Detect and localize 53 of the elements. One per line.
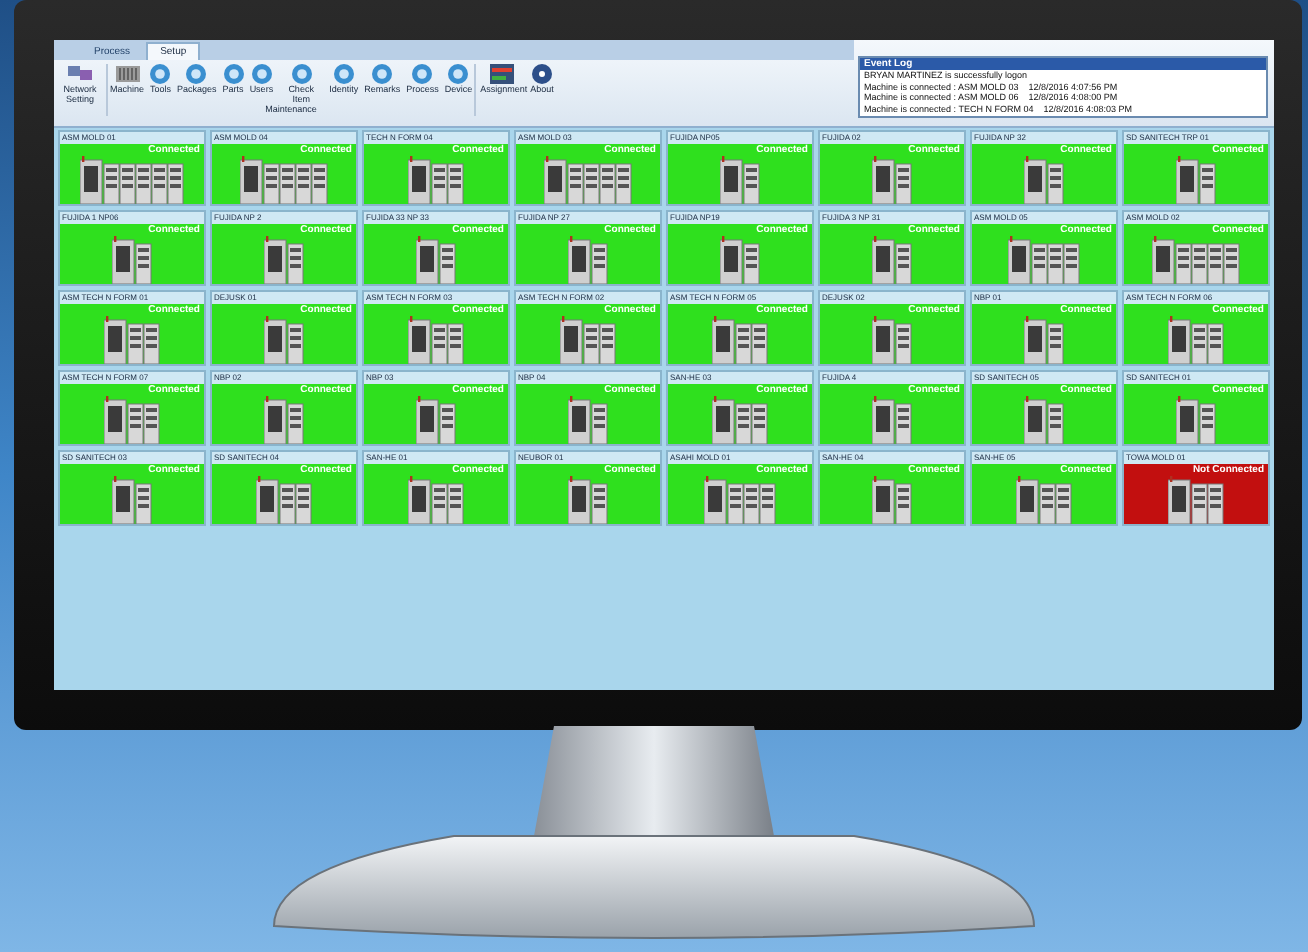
- machine-drawing: [416, 396, 456, 444]
- machine-drawing: [1176, 156, 1216, 204]
- machine-drawing: [704, 476, 776, 524]
- machine-drawing: [1168, 316, 1224, 364]
- machine-drawing: [1168, 476, 1224, 524]
- machine-drawing: [112, 476, 152, 524]
- machine-drawing: [80, 156, 184, 204]
- machine-drawing: [240, 156, 328, 204]
- machine-icon: [115, 64, 139, 84]
- machine-drawing: [1024, 156, 1064, 204]
- machine-drawing: [1152, 236, 1240, 284]
- machine-drawing: [264, 236, 304, 284]
- circle-icon: [150, 64, 171, 84]
- machine-drawing: [720, 236, 760, 284]
- circle-icon: [223, 64, 244, 84]
- machine-drawing: [544, 156, 632, 204]
- chart-icon: [490, 64, 515, 84]
- circle-icon: [448, 64, 469, 84]
- machine-drawing: [104, 396, 160, 444]
- machine-drawing: [416, 236, 456, 284]
- machine-drawing: [112, 236, 152, 284]
- circle-icon: [333, 64, 354, 84]
- machine-drawing: [720, 156, 760, 204]
- circle-icon: [291, 64, 312, 84]
- machine-drawing: [872, 156, 912, 204]
- machine-drawing: [264, 316, 304, 364]
- circle-icon: [412, 64, 433, 84]
- machine-drawing: [1016, 476, 1072, 524]
- machine-drawing: [560, 316, 616, 364]
- machine-drawing: [1024, 316, 1064, 364]
- machine-drawing: [872, 396, 912, 444]
- machine-drawing: [264, 396, 304, 444]
- machine-drawing: [712, 316, 768, 364]
- circle-icon: [372, 64, 393, 84]
- help-icon: [532, 64, 553, 84]
- circle-icon: [251, 64, 272, 84]
- machine-drawing: [568, 476, 608, 524]
- machine-drawing: [256, 476, 312, 524]
- machine-drawing: [408, 476, 464, 524]
- machine-drawing: [1008, 236, 1080, 284]
- machine-drawing: [872, 236, 912, 284]
- machine-drawing: [408, 156, 464, 204]
- machine-drawing: [712, 396, 768, 444]
- machine-drawing: [872, 476, 912, 524]
- machine-drawing: [872, 316, 912, 364]
- machine-drawing: [408, 316, 464, 364]
- machine-drawing: [1024, 396, 1064, 444]
- machine-drawing: [568, 396, 608, 444]
- network-icon: [68, 64, 92, 84]
- machine-drawing: [568, 236, 608, 284]
- machine-drawing: [104, 316, 160, 364]
- circle-icon: [186, 64, 207, 84]
- machine-drawing: [1176, 396, 1216, 444]
